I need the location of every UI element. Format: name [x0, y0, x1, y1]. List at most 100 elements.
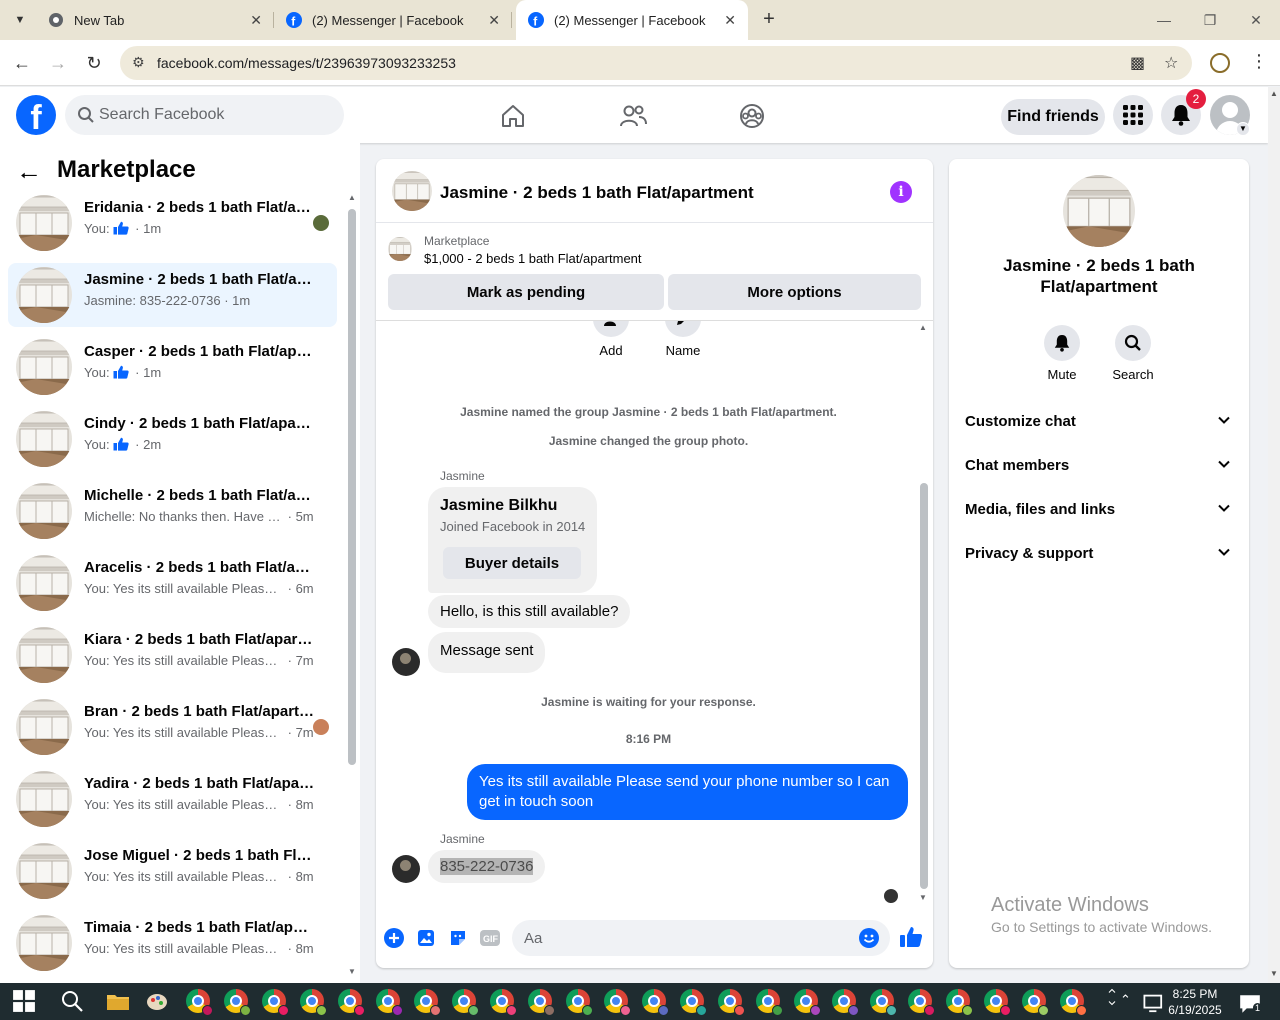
conversation-item[interactable]: Aracelis · 2 beds 1 bath Flat/apartment Y… — [8, 551, 337, 615]
facebook-logo[interactable]: f — [16, 95, 56, 135]
chrome-taskbar-icon[interactable] — [414, 989, 441, 1016]
conversation-item[interactable]: Kiara · 2 beds 1 bath Flat/apartment You:… — [8, 623, 337, 687]
chrome-taskbar-icon[interactable] — [604, 989, 631, 1016]
scroll-thumb[interactable] — [348, 209, 356, 765]
chrome-taskbar-icon[interactable] — [946, 989, 973, 1016]
forward-button[interactable]: → — [43, 48, 73, 78]
restore-button[interactable]: ❐ — [1187, 0, 1233, 40]
close-icon[interactable]: ✕ — [250, 12, 262, 29]
close-icon[interactable]: ✕ — [724, 12, 736, 29]
listing-price[interactable]: $1,000 - 2 beds 1 bath Flat/apartment — [424, 251, 642, 266]
browser-menu-icon[interactable]: ⋮ — [1250, 51, 1268, 72]
tab-messenger-1[interactable]: f (2) Messenger | Facebook ✕ — [274, 0, 512, 40]
conversation-item[interactable]: Michelle · 2 beds 1 bath Flat/apartment M… — [8, 479, 337, 543]
section-media-files-links[interactable]: Media, files and links — [957, 489, 1241, 529]
conversation-item[interactable]: Jasmine · 2 beds 1 bath Flat/apartment Ja… — [8, 263, 337, 327]
find-friends-button[interactable]: Find friends — [1001, 99, 1105, 135]
menu-grid-button[interactable] — [1113, 95, 1153, 135]
browser-profile-icon[interactable] — [1210, 53, 1230, 73]
conversation-scrollbar[interactable]: ▲ ▼ — [347, 193, 357, 983]
mute-action[interactable]: Mute — [1034, 325, 1090, 382]
chrome-taskbar-icon[interactable] — [224, 989, 251, 1016]
search-action[interactable]: Search — [1105, 325, 1161, 382]
groups-icon[interactable] — [735, 99, 769, 133]
chrome-taskbar-icon[interactable] — [908, 989, 935, 1016]
chrome-taskbar-icon[interactable] — [832, 989, 859, 1016]
home-icon[interactable] — [496, 99, 530, 133]
photo-icon[interactable] — [415, 927, 437, 949]
incoming-message[interactable]: Hello, is this still available? — [428, 595, 631, 628]
section-customize-chat[interactable]: Customize chat — [957, 401, 1241, 441]
chrome-taskbar-icon[interactable] — [186, 989, 213, 1016]
friends-icon[interactable] — [616, 99, 650, 133]
minimize-button[interactable]: — — [1141, 0, 1187, 40]
sender-avatar[interactable] — [392, 855, 420, 883]
info-icon[interactable]: i — [890, 181, 912, 203]
search-input[interactable] — [99, 95, 329, 135]
chrome-taskbar-icon[interactable] — [756, 989, 783, 1016]
conversation-item[interactable]: Cindy · 2 beds 1 bath Flat/apartment You:… — [8, 407, 337, 471]
like-icon[interactable] — [898, 924, 924, 950]
chrome-taskbar-icon[interactable] — [1022, 989, 1049, 1016]
phone-number[interactable]: 835-222-0736 — [440, 858, 534, 875]
search-icon[interactable] — [60, 989, 84, 1013]
facebook-search[interactable] — [65, 95, 344, 135]
site-info-icon[interactable]: ⚙ — [132, 54, 145, 71]
chrome-taskbar-icon[interactable] — [794, 989, 821, 1016]
sender-avatar[interactable] — [392, 648, 420, 676]
conversation-item[interactable]: Bran · 2 beds 1 bath Flat/apartment You: … — [8, 695, 337, 759]
chrome-taskbar-icon[interactable] — [566, 989, 593, 1016]
paint-icon[interactable] — [145, 989, 169, 1013]
file-explorer-icon[interactable] — [106, 989, 130, 1013]
conversation-item[interactable]: Jose Miguel · 2 beds 1 bath Flat/apartme… — [8, 839, 337, 903]
more-options-button[interactable]: More options — [668, 274, 921, 310]
chrome-taskbar-icon[interactable] — [1060, 989, 1087, 1016]
chrome-taskbar-icon[interactable] — [528, 989, 555, 1016]
conversation-item[interactable]: Timaia · 2 beds 1 bath Flat/apartment You… — [8, 911, 337, 975]
buyer-details-button[interactable]: Buyer details — [443, 547, 581, 579]
close-icon[interactable]: ✕ — [488, 12, 500, 29]
chrome-taskbar-icon[interactable] — [718, 989, 745, 1016]
close-window-button[interactable]: ✕ — [1233, 0, 1279, 40]
chrome-taskbar-icon[interactable] — [490, 989, 517, 1016]
url-text[interactable]: facebook.com/messages/t/2396397309323325… — [157, 55, 456, 71]
chat-title[interactable]: Jasmine · 2 beds 1 bath Flat/apartment — [440, 183, 754, 203]
chrome-taskbar-icon[interactable] — [376, 989, 403, 1016]
system-clock[interactable]: 8:25 PM 6/19/2025 — [1166, 986, 1224, 1018]
chrome-taskbar-icon[interactable] — [984, 989, 1011, 1016]
mark-as-pending-button[interactable]: Mark as pending — [388, 274, 664, 310]
add-people-action[interactable]: Add — [581, 321, 641, 358]
chrome-taskbar-icon[interactable] — [680, 989, 707, 1016]
incoming-message-phone[interactable]: 835-222-0736 — [428, 850, 546, 883]
conversation-item[interactable]: Yadira · 2 beds 1 bath Flat/apartment You… — [8, 767, 337, 831]
tab-messenger-2[interactable]: f (2) Messenger | Facebook ✕ — [516, 0, 748, 40]
tray-expand-icon[interactable]: ⌃ — [1120, 992, 1131, 1008]
page-scrollbar[interactable]: ▲ ▼ — [1268, 87, 1280, 983]
chrome-taskbar-icon[interactable] — [870, 989, 897, 1016]
message-input-wrap[interactable] — [512, 920, 890, 956]
listing-thumbnail[interactable] — [388, 237, 412, 261]
bookmark-star-icon[interactable]: ☆ — [1164, 53, 1178, 73]
group-photo[interactable] — [1063, 175, 1135, 247]
install-app-icon[interactable]: ▩ — [1130, 53, 1145, 73]
chevron-down-icon[interactable]: ▼ — [1236, 122, 1250, 136]
reload-button[interactable]: ↻ — [79, 48, 109, 78]
network-icon[interactable] — [1142, 992, 1166, 1016]
chat-avatar[interactable] — [392, 171, 432, 211]
emoji-icon[interactable] — [859, 928, 879, 948]
gif-icon[interactable]: GIF — [479, 927, 501, 949]
chrome-taskbar-icon[interactable] — [300, 989, 327, 1016]
new-tab-button[interactable]: + — [758, 8, 780, 30]
message-input[interactable] — [524, 920, 844, 956]
sticker-icon[interactable] — [447, 927, 469, 949]
conversation-item[interactable]: Casper · 2 beds 1 bath Flat/apartment You… — [8, 335, 337, 399]
chrome-taskbar-icon[interactable] — [452, 989, 479, 1016]
chrome-taskbar-icon[interactable] — [338, 989, 365, 1016]
chrome-taskbar-icon[interactable] — [642, 989, 669, 1016]
omnibox[interactable]: ⚙ facebook.com/messages/t/23963973093233… — [120, 46, 1192, 80]
chat-scrollbar[interactable]: ▲ ▼ — [917, 321, 931, 902]
outgoing-message[interactable]: Yes its still available Please send your… — [467, 764, 908, 820]
windows-start-icon[interactable] — [12, 989, 36, 1013]
scroll-thumb[interactable] — [920, 483, 928, 889]
incoming-message[interactable]: Message sent — [428, 632, 546, 673]
